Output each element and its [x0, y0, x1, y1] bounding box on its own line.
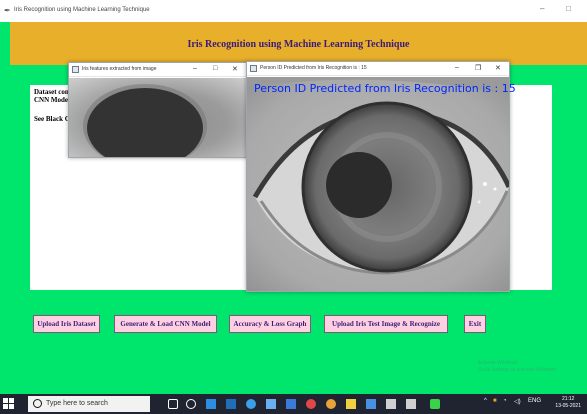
upload-dataset-button[interactable]: Upload Iris Dataset	[33, 315, 100, 333]
prediction-result-window[interactable]: Person ID Predicted from Iris Recognitio…	[246, 61, 516, 292]
language-indicator[interactable]: ENG	[528, 398, 541, 404]
close-button[interactable]: ✕	[495, 64, 501, 72]
mail-icon[interactable]	[286, 399, 296, 409]
taskbar-search-box[interactable]: Type here to search	[28, 396, 150, 412]
upload-test-image-button[interactable]: Upload Iris Test Image & Recognize	[324, 315, 448, 333]
output-line: CNN Model	[34, 96, 70, 104]
window-icon	[250, 65, 257, 72]
clock-date: 13-05-2021	[555, 403, 581, 409]
edge-icon[interactable]	[246, 399, 256, 409]
notepad-icon[interactable]	[386, 399, 396, 409]
search-icon	[33, 399, 42, 408]
minimize-button[interactable]: –	[193, 65, 197, 72]
output-line: See Black C	[34, 115, 70, 123]
folder-icon[interactable]	[346, 399, 356, 409]
taskbar: Type here to search ^ ■ ◔ ◁) ENG 21:12 1…	[0, 394, 587, 414]
chrome-icon[interactable]	[326, 399, 336, 409]
network-icon[interactable]: ◔	[503, 398, 507, 404]
app-title: Iris Recognition using Machine Learning …	[187, 39, 410, 50]
iris-features-window[interactable]: Iris features extracted from image – □ ✕	[68, 62, 248, 158]
iris-features-title: Iris features extracted from image	[82, 66, 157, 72]
main-window-titlebar[interactable]: ✒ Iris Recognition using Machine Learnin…	[0, 0, 587, 22]
prediction-result-title: Person ID Predicted from Iris Recognitio…	[260, 65, 367, 71]
activate-windows-watermark: Activate Windows Go to Settings to activ…	[478, 360, 557, 374]
watermark-line2: Go to Settings to activate Windows.	[478, 367, 557, 373]
windows-start-icon[interactable]	[3, 398, 15, 410]
python-icon[interactable]	[366, 399, 376, 409]
active-app-icon[interactable]	[430, 399, 440, 409]
file-explorer-icon[interactable]	[206, 399, 216, 409]
minimize-button[interactable]: –	[455, 64, 459, 71]
clock[interactable]: 21:12 13-05-2021	[555, 396, 581, 410]
exit-button[interactable]: Exit	[464, 315, 486, 333]
minimize-button[interactable]: –	[540, 4, 544, 13]
volume-icon[interactable]: ◁)	[514, 398, 521, 405]
main-window-title: Iris Recognition using Machine Learning …	[14, 7, 150, 13]
accuracy-graph-button[interactable]: Accuracy & Loss Graph	[229, 315, 311, 333]
tray-app-icon[interactable]: ■	[493, 398, 497, 404]
app-banner: Iris Recognition using Machine Learning …	[10, 22, 587, 65]
maximize-button[interactable]: □	[213, 65, 217, 72]
output-line: Dataset cont	[34, 88, 72, 96]
search-placeholder: Type here to search	[46, 400, 108, 407]
eye-image	[247, 77, 509, 291]
prediction-result-text: Person ID Predicted from Iris Recognitio…	[254, 82, 516, 95]
task-view-icon[interactable]	[186, 399, 196, 409]
maximize-button[interactable]: ❐	[475, 64, 481, 72]
watermark-line1: Activate Windows	[478, 360, 518, 366]
iris-features-image	[69, 78, 247, 157]
store-icon[interactable]	[226, 399, 236, 409]
maximize-button[interactable]: □	[566, 4, 571, 13]
microphone-icon[interactable]	[168, 399, 178, 409]
media-player-icon[interactable]	[306, 399, 316, 409]
file-manager-icon[interactable]	[266, 399, 276, 409]
cmd-icon[interactable]	[406, 399, 416, 409]
iris-features-titlebar[interactable]: Iris features extracted from image – □ ✕	[69, 63, 247, 77]
window-icon	[72, 66, 79, 73]
tray-up-icon[interactable]: ^	[484, 398, 487, 404]
clock-time: 21:12	[561, 396, 575, 402]
feather-icon: ✒	[4, 6, 11, 15]
prediction-result-titlebar[interactable]: Person ID Predicted from Iris Recognitio…	[247, 62, 509, 76]
generate-cnn-button[interactable]: Generate & Load CNN Model	[114, 315, 217, 333]
close-button[interactable]: ✕	[232, 65, 238, 73]
